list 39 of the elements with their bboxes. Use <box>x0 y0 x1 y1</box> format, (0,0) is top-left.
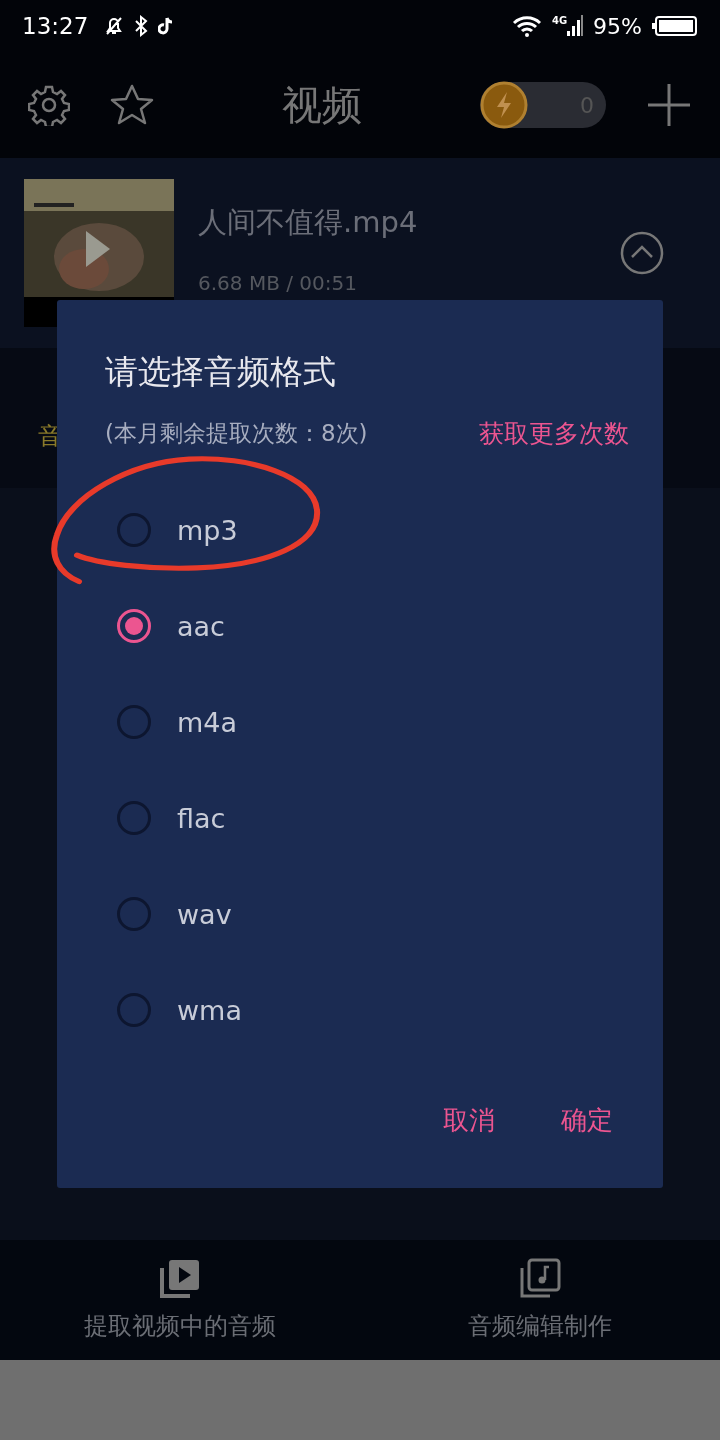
battery-icon <box>652 15 698 37</box>
radio-button[interactable] <box>117 609 151 643</box>
page-title: 视频 <box>281 80 363 130</box>
radio-button[interactable] <box>117 705 151 739</box>
dialog-button[interactable]: 确定 <box>545 1095 629 1146</box>
music-note-icon <box>158 16 175 36</box>
battery-percent: 95% <box>593 13 642 39</box>
hidden-label: 音 <box>38 421 62 452</box>
format-option[interactable]: mp3 <box>105 482 629 578</box>
dialog-title: 请选择音频格式 <box>105 351 336 393</box>
star-icon[interactable] <box>110 84 154 126</box>
bluetooth-icon <box>134 15 149 37</box>
nav-tab[interactable]: 音频编辑制作 <box>360 1240 720 1360</box>
format-option[interactable]: wma <box>105 962 629 1058</box>
music-stack-icon <box>519 1258 561 1300</box>
radio-button[interactable] <box>117 897 151 931</box>
radio-button[interactable] <box>117 993 151 1027</box>
format-option[interactable]: aac <box>105 578 629 674</box>
wifi-icon <box>511 15 542 37</box>
status-time: 13:27 <box>22 13 89 39</box>
dialog-button[interactable]: 取消 <box>427 1095 511 1146</box>
settings-icon[interactable] <box>28 84 70 126</box>
format-option[interactable]: m4a <box>105 674 629 770</box>
lightning-coin-icon <box>480 81 528 129</box>
video-filename: 人间不值得.mp4 <box>198 208 418 237</box>
collapse-icon[interactable] <box>620 231 664 275</box>
get-more-link[interactable]: 获取更多次数 <box>479 417 629 450</box>
radio-button[interactable] <box>117 801 151 835</box>
add-icon[interactable] <box>646 82 692 128</box>
video-size-duration: 6.68 MB / 00:51 <box>198 273 357 293</box>
format-option[interactable]: flac <box>105 770 629 866</box>
nav-tab[interactable]: 提取视频中的音频 <box>0 1240 360 1360</box>
signal-icon <box>567 15 584 37</box>
video-stack-icon <box>159 1258 201 1300</box>
radio-button[interactable] <box>117 513 151 547</box>
remaining-count: (本月剩余提取次数：8次) <box>105 419 368 448</box>
format-option[interactable]: wav <box>105 866 629 962</box>
mute-bell-icon <box>104 15 125 37</box>
network-label: 4G <box>551 15 568 26</box>
